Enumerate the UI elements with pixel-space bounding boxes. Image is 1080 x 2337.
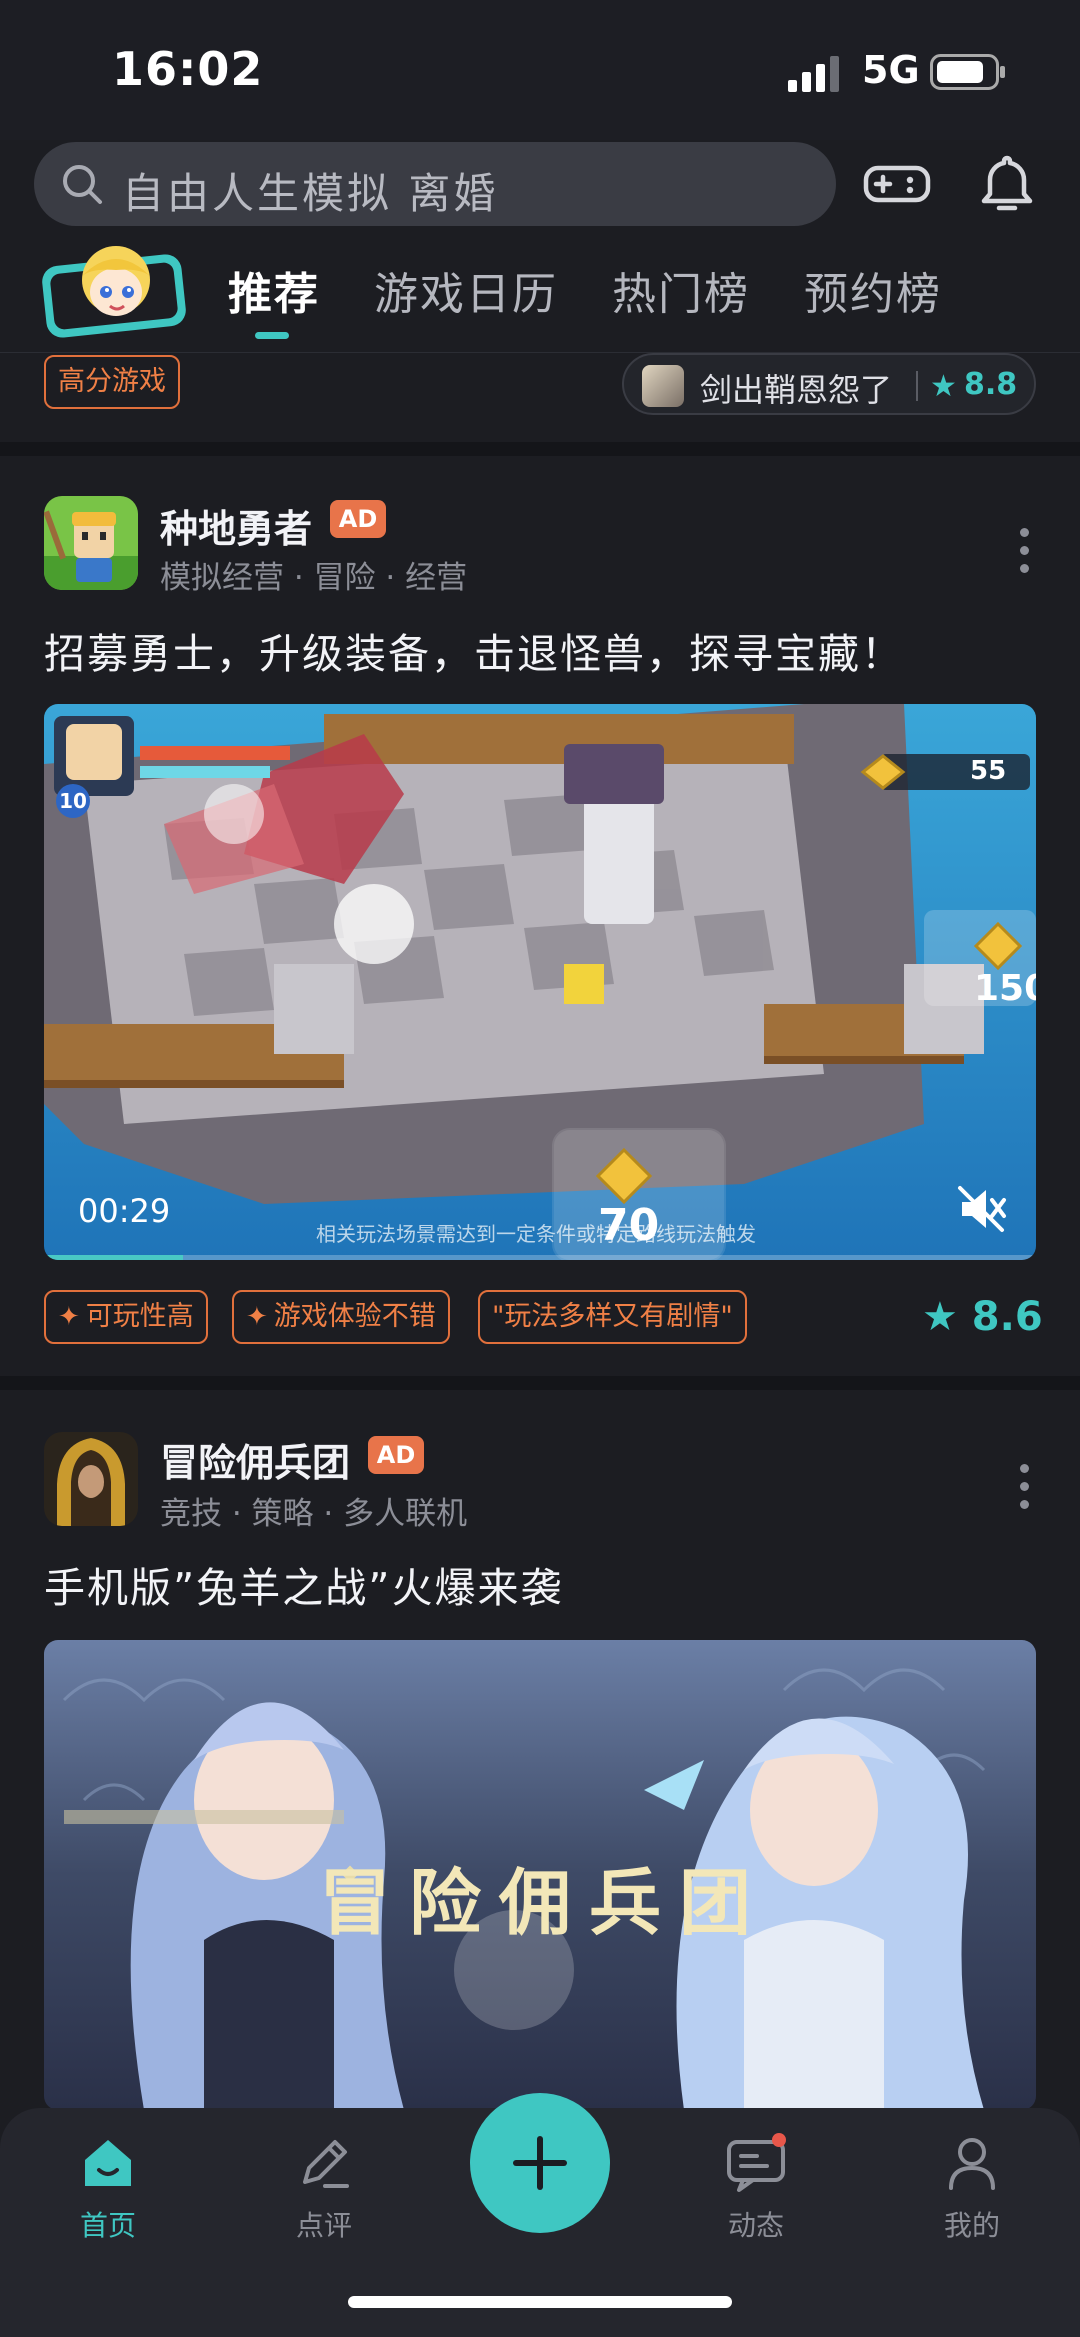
video-disclaimer: 相关玩法场景需达到一定条件或特定路线玩法触发 <box>316 1222 756 1246</box>
video-duration: 00:29 <box>78 1192 171 1230</box>
network-label: 5G <box>862 48 920 92</box>
tab-reservation-chart[interactable]: 预约榜 <box>804 258 942 322</box>
status-bar: 16:02 5G <box>0 0 1080 140</box>
mascot-logo <box>42 246 186 338</box>
tab-game-calendar[interactable]: 游戏日历 <box>374 258 558 322</box>
game-score-value: 8.6 <box>971 1294 1043 1340</box>
hud-cost-a: 150 <box>974 968 1036 1009</box>
app-categories: 模拟经营 · 冒险 · 经营 <box>160 560 468 596</box>
battery-icon <box>930 54 1005 90</box>
nav-profile[interactable]: 我的 <box>912 2130 1032 2244</box>
profile-icon <box>949 2138 995 2190</box>
featured-game-score: 8.8 <box>964 367 1018 402</box>
create-post-button[interactable] <box>470 2093 610 2233</box>
section-divider <box>0 1376 1080 1390</box>
status-time: 16:02 <box>112 42 264 96</box>
bell-icon[interactable] <box>972 148 1042 218</box>
mute-icon[interactable] <box>954 1182 1008 1236</box>
hooded-warrior-icon <box>44 1432 138 1526</box>
home-indicator[interactable] <box>348 2296 732 2308</box>
app-name[interactable]: 冒险佣兵团 <box>160 1432 350 1487</box>
featured-game-name: 剑出鞘恩怨了 <box>700 371 893 409</box>
high-score-strip: 高分游戏 剑出鞘恩怨了 ★ 8.8 <box>0 352 1080 452</box>
app-icon[interactable] <box>44 496 138 590</box>
tab-bar: 推荐 游戏日历 热门榜 预约榜 <box>0 236 1080 354</box>
card-headline[interactable]: 招募勇士，升级装备，击退怪兽，探寻宝藏！ <box>44 620 904 680</box>
star-icon: ★ <box>922 1294 972 1340</box>
featured-game-pill[interactable]: 剑出鞘恩怨了 ★ 8.8 <box>622 353 1036 415</box>
feature-tag-label: 游戏体验不错 <box>273 1301 436 1332</box>
ad-badge: AD <box>330 500 386 538</box>
high-score-tag[interactable]: 高分游戏 <box>44 355 180 409</box>
signal-icon <box>788 56 839 92</box>
search-placeholder: 自由人生模拟 离婚 <box>122 169 499 218</box>
feature-tag-label: 可玩性高 <box>85 1301 194 1332</box>
plus-icon <box>513 2136 567 2190</box>
app-name[interactable]: 种地勇者 <box>160 498 312 553</box>
nav-activity-label: 动态 <box>727 2209 784 2242</box>
pen-icon <box>303 2140 349 2188</box>
nav-home[interactable]: 首页 <box>48 2130 168 2244</box>
app-icon[interactable] <box>44 1432 138 1526</box>
star-icon: ★ <box>930 369 957 404</box>
nav-activity[interactable]: 动态 <box>696 2130 816 2244</box>
video-progress-bar[interactable] <box>44 1255 1036 1260</box>
nav-profile-label: 我的 <box>943 2209 1000 2242</box>
more-options-icon[interactable] <box>1018 528 1030 582</box>
hud-gold-count: 55 <box>970 756 1007 786</box>
game-score: ★ 8.6 <box>922 1294 1043 1340</box>
search-icon <box>63 165 102 204</box>
pill-separator <box>916 371 918 401</box>
app-categories: 竞技 · 策略 · 多人联机 <box>160 1496 468 1532</box>
tab-hot-chart[interactable]: 热门榜 <box>612 258 750 322</box>
section-divider <box>0 442 1080 456</box>
tab-recommend[interactable]: 推荐 <box>228 258 320 322</box>
hud-level-badge: 10 <box>56 784 90 818</box>
feature-tag[interactable]: ✦ 可玩性高 <box>44 1290 208 1344</box>
video-hud-overlay: 10 55 150 70 <box>44 704 1036 1260</box>
banner-image[interactable]: 冒险佣兵团 <box>44 1640 1036 2110</box>
more-options-icon[interactable] <box>1018 1464 1030 1518</box>
feature-tag[interactable]: "玩法多样又有剧情" <box>478 1290 747 1344</box>
featured-game-icon <box>642 365 684 407</box>
video-player[interactable]: 10 55 150 70 00:29 相关玩法场景需达到一定条件或特定路线玩法触… <box>44 704 1036 1260</box>
ad-badge: AD <box>368 1436 424 1474</box>
farmer-hero-icon <box>44 496 138 590</box>
nav-review-label: 点评 <box>295 2209 352 2242</box>
active-tab-indicator <box>255 332 289 339</box>
card-headline[interactable]: 手机版”兔羊之战”火爆来袭 <box>44 1554 563 1614</box>
sparkle-icon: ✦ <box>246 1302 268 1332</box>
sparkle-icon: ✦ <box>58 1302 80 1332</box>
banner-title: 冒险佣兵团 <box>318 1861 769 1945</box>
feature-tag[interactable]: ✦ 游戏体验不错 <box>232 1290 450 1344</box>
video-progress-fill <box>44 1255 183 1260</box>
feature-tag-label: "玩法多样又有剧情" <box>492 1301 733 1332</box>
message-icon <box>727 2133 786 2192</box>
nav-home-label: 首页 <box>79 2209 136 2242</box>
home-icon <box>85 2140 131 2186</box>
nav-review[interactable]: 点评 <box>264 2130 384 2244</box>
gamepad-icon[interactable] <box>862 148 932 218</box>
search-bar[interactable]: 自由人生模拟 离婚 <box>34 142 836 226</box>
